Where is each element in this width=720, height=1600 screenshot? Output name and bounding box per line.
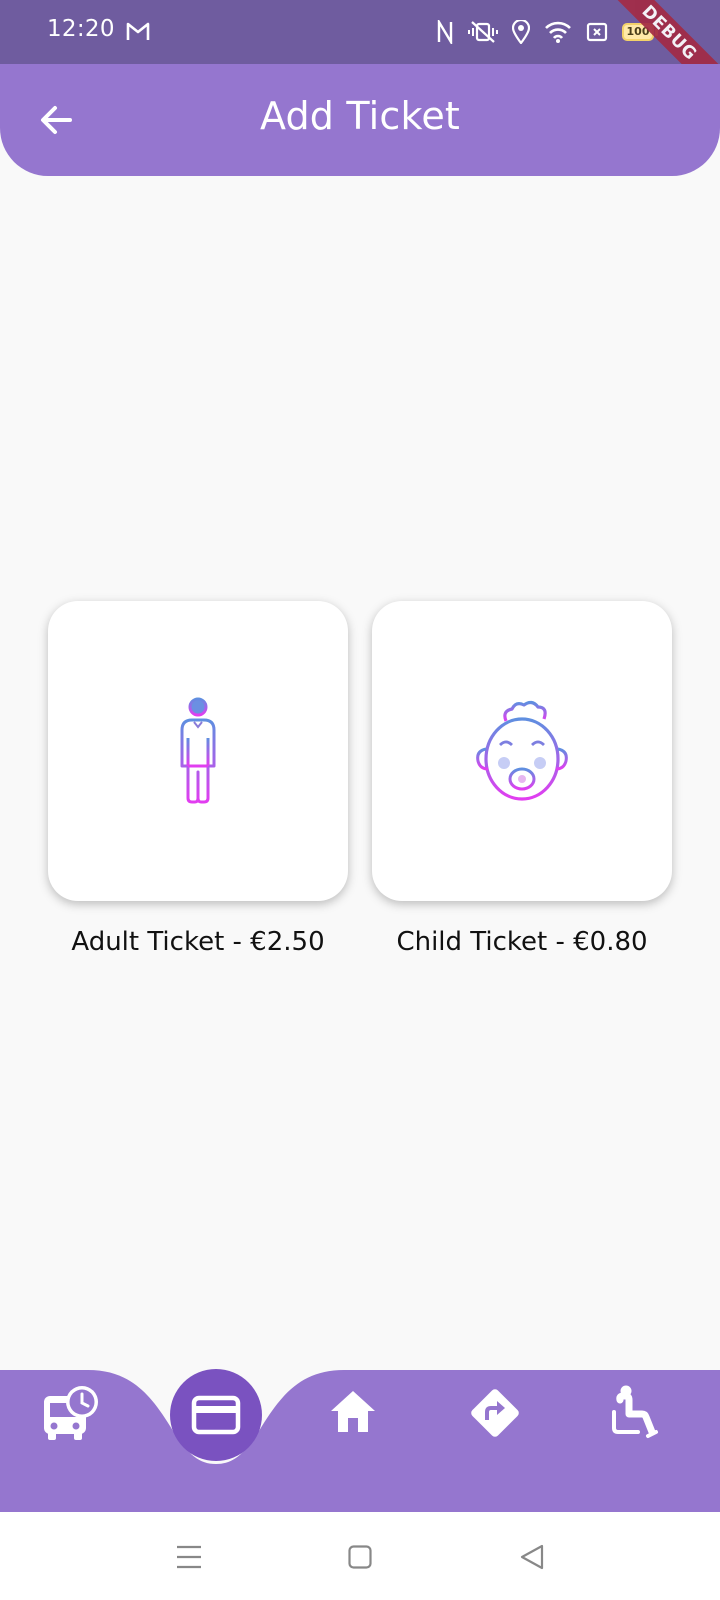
child-ticket-option[interactable]: Child Ticket - €0.80 bbox=[372, 601, 672, 957]
baby-face-icon bbox=[476, 700, 568, 801]
sim-off-icon bbox=[586, 22, 608, 42]
adult-person-icon bbox=[180, 697, 216, 804]
accessible-seat-icon[interactable] bbox=[610, 1384, 660, 1442]
adult-ticket-label: Adult Ticket - €2.50 bbox=[71, 927, 325, 957]
tickets-nav-button[interactable] bbox=[170, 1369, 262, 1461]
page-title: Add Ticket bbox=[259, 94, 461, 138]
directions-icon[interactable] bbox=[468, 1386, 522, 1440]
bus-clock-icon[interactable] bbox=[40, 1382, 102, 1442]
vibrate-icon bbox=[468, 21, 498, 43]
adult-ticket-option[interactable]: Adult Ticket - €2.50 bbox=[48, 601, 348, 957]
nfc-icon bbox=[437, 20, 453, 44]
location-icon bbox=[512, 20, 530, 44]
app-bar: Add Ticket bbox=[0, 64, 720, 176]
system-navigation-bar bbox=[0, 1512, 720, 1600]
wifi-icon bbox=[545, 21, 571, 43]
home-icon[interactable] bbox=[328, 1388, 378, 1434]
gmail-icon bbox=[126, 22, 150, 40]
child-ticket-card[interactable] bbox=[372, 601, 672, 901]
status-icons: 100 bbox=[436, 18, 658, 46]
status-time: 12:20 bbox=[47, 16, 115, 42]
menu-icon[interactable] bbox=[176, 1544, 202, 1570]
adult-ticket-card[interactable] bbox=[48, 601, 348, 901]
child-ticket-label: Child Ticket - €0.80 bbox=[396, 927, 648, 957]
status-bar: 12:20 100 DEBUG bbox=[0, 0, 720, 110]
home-square-icon[interactable] bbox=[348, 1544, 372, 1570]
credit-card-icon bbox=[191, 1395, 241, 1435]
back-triangle-icon[interactable] bbox=[520, 1544, 544, 1570]
